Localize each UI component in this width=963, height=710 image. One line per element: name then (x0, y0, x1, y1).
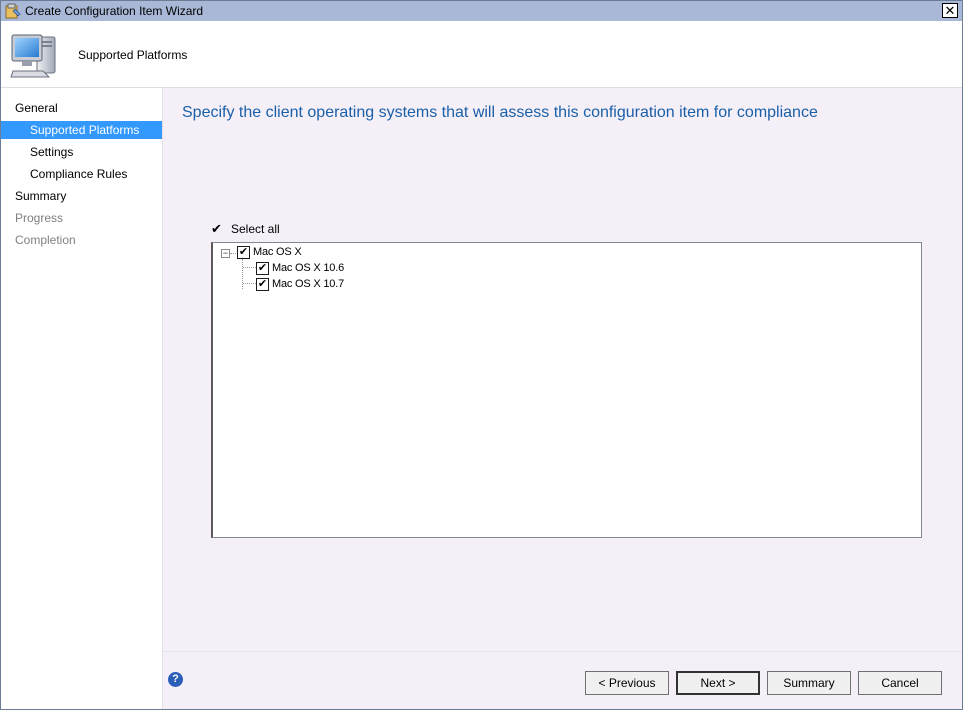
check-icon: ✔ (211, 221, 222, 236)
window-title: Create Configuration Item Wizard (25, 4, 204, 18)
nav-item-general[interactable]: General (1, 99, 162, 117)
next-button[interactable]: Next > (676, 671, 760, 695)
nav-item-supported-platforms[interactable]: Supported Platforms (1, 121, 162, 139)
platform-tree[interactable]: − ✔ Mac OS X ✔ Mac OS X 10.6 ✔ Mac OS X … (211, 242, 922, 538)
wizard-header: Supported Platforms (1, 21, 962, 88)
tree-connector (243, 267, 256, 268)
computer-icon (10, 34, 56, 78)
page-title: Supported Platforms (78, 48, 188, 62)
tree-node-label: Mac OS X 10.7 (272, 278, 344, 290)
title-bar[interactable]: Create Configuration Item Wizard ✕ (1, 1, 962, 21)
tree-node-mac-os-x[interactable]: − ✔ Mac OS X (221, 245, 341, 261)
wizard-app-icon (5, 3, 21, 19)
tree-node-label: Mac OS X (253, 246, 302, 258)
wizard-nav: General Supported Platforms Settings Com… (1, 88, 163, 709)
wizard-window: Create Configuration Item Wizard ✕ Suppo… (0, 0, 963, 710)
tree-connector (230, 253, 236, 254)
summary-button[interactable]: Summary (767, 671, 851, 695)
select-all-label: Select all (231, 222, 280, 236)
cancel-button[interactable]: Cancel (858, 671, 942, 695)
page-heading: Specify the client operating systems tha… (182, 104, 818, 121)
nav-item-compliance-rules[interactable]: Compliance Rules (1, 165, 162, 183)
tree-checkbox-mac-os-x-10-7[interactable]: ✔ (256, 278, 269, 291)
wizard-footer: ? < Previous Next > Summary Cancel (163, 651, 962, 709)
help-icon[interactable]: ? (168, 672, 183, 687)
tree-checkbox-mac-os-x-10-6[interactable]: ✔ (256, 262, 269, 275)
tree-node-mac-os-x-10-7[interactable]: ✔ Mac OS X 10.7 (256, 277, 376, 293)
tree-checkbox-mac-os-x[interactable]: ✔ (237, 246, 250, 259)
close-icon: ✕ (944, 3, 956, 18)
tree-node-label: Mac OS X 10.6 (272, 262, 344, 274)
wizard-content: Specify the client operating systems tha… (163, 88, 962, 651)
tree-connector (243, 283, 256, 284)
previous-button[interactable]: < Previous (585, 671, 669, 695)
nav-item-summary[interactable]: Summary (1, 187, 162, 205)
collapse-icon[interactable]: − (221, 249, 230, 258)
tree-node-mac-os-x-10-6[interactable]: ✔ Mac OS X 10.6 (256, 261, 376, 277)
nav-item-progress: Progress (15, 211, 64, 225)
tree-connector (242, 259, 243, 289)
close-button[interactable]: ✕ (942, 3, 958, 18)
nav-item-settings[interactable]: Settings (1, 143, 162, 161)
nav-item-completion: Completion (15, 233, 76, 247)
